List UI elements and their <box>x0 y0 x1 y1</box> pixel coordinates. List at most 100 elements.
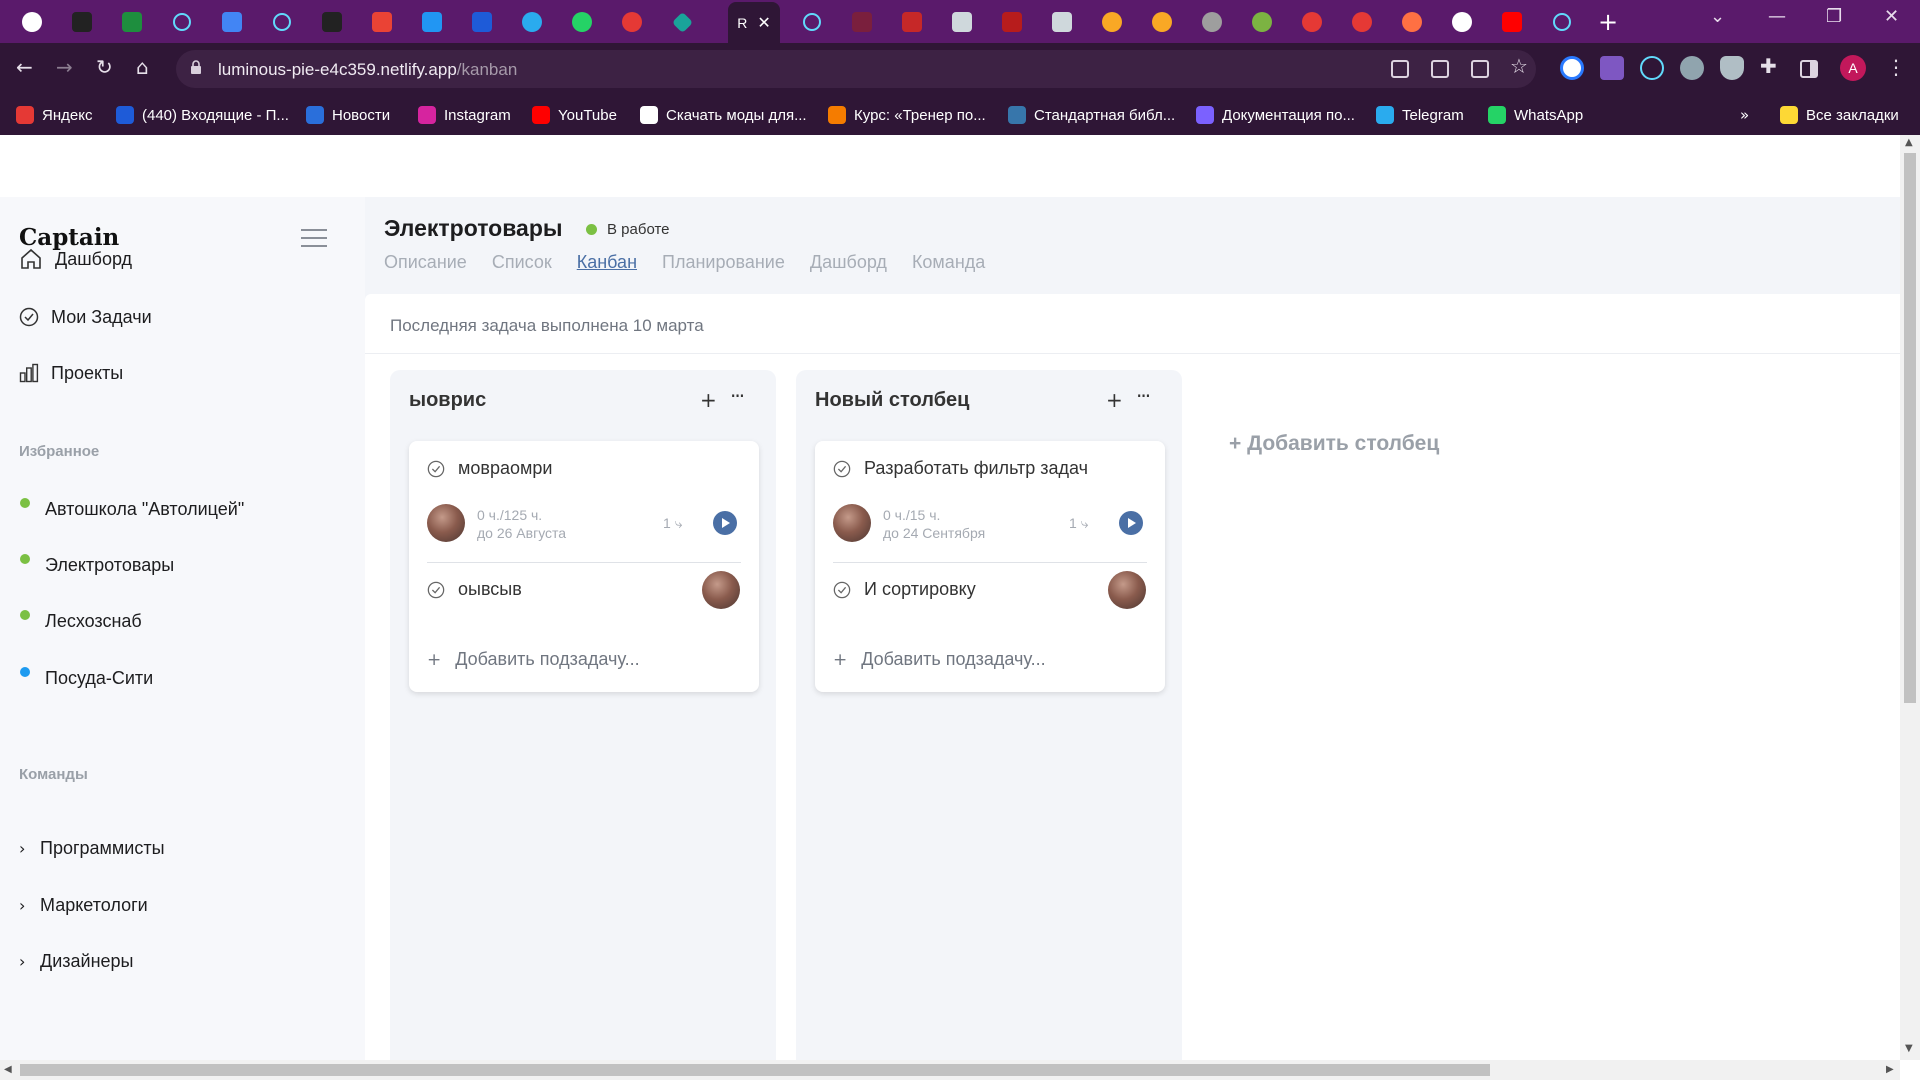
play-button[interactable] <box>1119 511 1143 535</box>
task-item[interactable]: Разработать фильтр задач <box>833 458 1088 479</box>
bookmark-item[interactable]: Новости <box>306 103 390 127</box>
address-bar[interactable]: luminous-pie-e4c359.netlify.app/kanban <box>176 50 1536 88</box>
more-icon[interactable]: ··· <box>1136 384 1151 408</box>
browser-tab[interactable] <box>1090 6 1134 38</box>
bookmark-item[interactable]: Курс: «Тренер по... <box>828 103 986 127</box>
translate-icon[interactable] <box>1431 60 1449 78</box>
task-card[interactable]: Разработать фильтр задач 0 ч./15 ч. до 24… <box>815 441 1165 692</box>
browser-tab[interactable] <box>260 6 304 38</box>
share-icon[interactable] <box>1471 60 1489 78</box>
browser-tab[interactable] <box>1290 6 1334 38</box>
bookmark-item[interactable]: Стандартная библ... <box>1008 103 1175 127</box>
extension-icon[interactable] <box>1680 56 1704 80</box>
favorite-project[interactable]: Лесхозснаб <box>20 609 142 632</box>
browser-tab[interactable] <box>940 6 984 38</box>
scroll-left-icon[interactable]: ◀ <box>4 1064 12 1075</box>
play-button[interactable] <box>713 511 737 535</box>
browser-tab[interactable] <box>1390 6 1434 38</box>
extension-icon[interactable] <box>1560 56 1584 80</box>
vertical-scrollbar[interactable]: ▲ ▼ <box>1900 135 1920 1060</box>
team-item[interactable]: › Маркетологи <box>19 895 148 916</box>
tab-description[interactable]: Описание <box>384 252 467 273</box>
browser-tab[interactable] <box>840 6 884 38</box>
avatar[interactable] <box>833 504 871 542</box>
browser-tab[interactable] <box>460 6 504 38</box>
bookmark-item[interactable]: (440) Входящие - П... <box>116 103 289 127</box>
browser-tab[interactable] <box>1140 6 1184 38</box>
scroll-down-icon[interactable]: ▼ <box>1905 1043 1913 1054</box>
bookmark-star-icon[interactable]: ☆ <box>1510 54 1528 78</box>
favorite-project[interactable]: Автошкола "Автолицей" <box>20 497 244 520</box>
bookmark-item[interactable]: Документация по... <box>1196 103 1355 127</box>
check-circle-icon[interactable] <box>833 460 851 478</box>
avatar[interactable] <box>702 571 740 609</box>
team-item[interactable]: › Программисты <box>19 838 165 859</box>
bookmark-item[interactable]: WhatsApp <box>1488 103 1583 127</box>
scrollbar-thumb[interactable] <box>20 1064 1490 1076</box>
avatar[interactable] <box>427 504 465 542</box>
tab-team[interactable]: Команда <box>912 252 985 273</box>
sidebar-item-dashboard[interactable]: Дашборд <box>19 244 132 274</box>
tab-dashboard[interactable]: Дашборд <box>810 252 887 273</box>
column-title[interactable]: ыоврис <box>409 389 486 412</box>
check-circle-icon[interactable] <box>427 581 445 599</box>
reload-icon[interactable]: ↻ <box>96 55 113 79</box>
all-bookmarks[interactable]: Все закладки <box>1780 103 1899 127</box>
sidebar-item-projects[interactable]: Проекты <box>19 358 123 388</box>
bookmark-item[interactable]: Instagram <box>418 103 511 127</box>
browser-tab[interactable] <box>790 6 834 38</box>
browser-tab[interactable] <box>610 6 654 38</box>
add-subtask-button[interactable]: + Добавить подзадачу... <box>427 649 640 670</box>
favorite-project[interactable]: Посуда-Сити <box>20 666 153 689</box>
react-devtools-icon[interactable] <box>1640 56 1664 80</box>
task-item[interactable]: оывсыв <box>427 579 522 600</box>
browser-tab[interactable] <box>1340 6 1384 38</box>
home-browser-icon[interactable]: ⌂ <box>136 55 149 79</box>
browser-tab[interactable] <box>1040 6 1084 38</box>
browser-tab[interactable] <box>510 6 554 38</box>
browser-tab[interactable] <box>10 6 54 38</box>
scroll-up-icon[interactable]: ▲ <box>1905 137 1913 148</box>
browser-tab[interactable] <box>890 6 934 38</box>
forward-icon[interactable]: → <box>56 55 73 79</box>
browser-tab[interactable] <box>990 6 1034 38</box>
tab-planning[interactable]: Планирование <box>662 252 785 273</box>
browser-tab[interactable] <box>60 6 104 38</box>
task-card[interactable]: мовраомри 0 ч./125 ч. до 26 Августа 1 ⤷ о… <box>409 441 759 692</box>
shield-icon[interactable] <box>1720 56 1744 80</box>
task-item[interactable]: мовраомри <box>427 458 552 479</box>
browser-menu-icon[interactable]: ⋮ <box>1886 55 1906 79</box>
browser-tab[interactable] <box>310 6 354 38</box>
restore-icon[interactable]: ❐ <box>1826 6 1842 27</box>
browser-tab[interactable] <box>1540 6 1584 38</box>
add-column-button[interactable]: + Добавить столбец <box>1229 432 1439 456</box>
column-title[interactable]: Новый столбец <box>815 389 969 412</box>
avatar[interactable] <box>1108 571 1146 609</box>
tab-list[interactable]: Список <box>492 252 552 273</box>
tab-search-chevron-icon[interactable]: ⌄ <box>1710 6 1725 27</box>
scroll-right-icon[interactable]: ▶ <box>1886 1064 1894 1075</box>
extensions-puzzle-icon[interactable]: ✚ <box>1760 54 1777 78</box>
add-task-icon[interactable]: + <box>1106 388 1123 412</box>
back-icon[interactable]: ← <box>16 55 33 79</box>
bookmark-item[interactable]: Яндекс <box>16 103 92 127</box>
tab-kanban[interactable]: Канбан <box>577 252 637 273</box>
browser-tab[interactable] <box>360 6 404 38</box>
install-icon[interactable] <box>1391 60 1409 78</box>
close-window-icon[interactable]: ✕ <box>1884 6 1899 27</box>
new-tab-icon[interactable]: + <box>1598 8 1618 36</box>
browser-tab[interactable] <box>160 6 204 38</box>
profile-avatar[interactable]: A <box>1840 55 1866 81</box>
browser-tab[interactable] <box>1190 6 1234 38</box>
close-tab-icon[interactable]: ✕ <box>757 13 770 32</box>
sidebar-item-my-tasks[interactable]: Мои Задачи <box>19 302 152 332</box>
browser-tab[interactable] <box>1490 6 1534 38</box>
add-subtask-button[interactable]: + Добавить подзадачу... <box>833 649 1046 670</box>
bookmarks-overflow-icon[interactable]: » <box>1740 103 1749 127</box>
more-icon[interactable]: ··· <box>730 384 745 408</box>
browser-tab-active[interactable]: R ✕ <box>728 2 780 43</box>
check-circle-icon[interactable] <box>427 460 445 478</box>
bookmark-item[interactable]: Скачать моды для... <box>640 103 807 127</box>
browser-tab[interactable] <box>660 6 704 38</box>
bookmark-item[interactable]: YouTube <box>532 103 617 127</box>
